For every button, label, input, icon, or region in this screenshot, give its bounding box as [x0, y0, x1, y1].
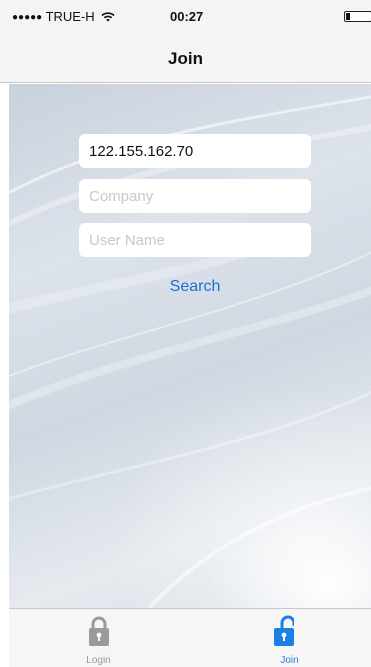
- status-bar: ●●●●● TRUE-H 00:27: [0, 0, 371, 34]
- tab-bar: Login Join: [9, 608, 371, 667]
- status-left: ●●●●● TRUE-H: [12, 9, 115, 24]
- wifi-icon: [101, 12, 115, 22]
- left-margin: [0, 84, 9, 667]
- tab-login[interactable]: Login: [9, 609, 190, 667]
- status-time: 00:27: [170, 9, 204, 24]
- tab-join-label: Join: [280, 655, 299, 666]
- server-address-field[interactable]: [79, 134, 311, 168]
- search-button[interactable]: Search: [79, 275, 311, 299]
- signal-strength: ●●●●●: [12, 12, 43, 23]
- page-title: Join: [168, 49, 203, 68]
- tab-join[interactable]: Join: [190, 609, 371, 667]
- carrier-name: TRUE-H: [45, 9, 95, 24]
- app-screen: ●●●●● TRUE-H 00:27 Join Se: [0, 0, 371, 667]
- join-form-area: Search: [9, 84, 371, 608]
- navigation-bar: Join: [0, 34, 371, 83]
- username-field[interactable]: [79, 223, 311, 257]
- lock-open-icon: [274, 615, 294, 646]
- battery-level: [346, 13, 350, 20]
- company-field[interactable]: [79, 179, 311, 213]
- battery-icon: [344, 11, 371, 22]
- tab-login-label: Login: [86, 655, 111, 666]
- lock-closed-icon: [89, 616, 109, 646]
